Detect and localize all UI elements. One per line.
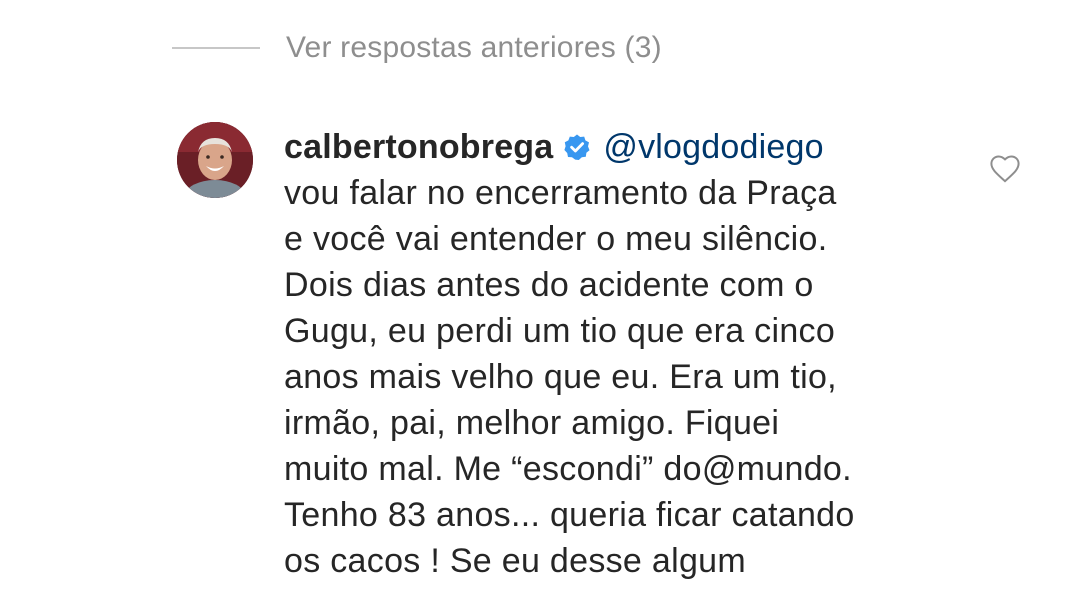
comment-text-line: os cacos ! Se eu desse algum [284,542,746,580]
view-previous-replies-label[interactable]: Ver respostas anteriores (3) [286,31,662,65]
comment-text-line: Tenho 83 anos... queria ficar catando [284,496,855,534]
comment-text-line: anos mais velho que eu. Era um tio, [284,358,837,396]
comment-header: calbertonobrega @vlogdodiego [284,124,964,170]
view-previous-replies[interactable]: Ver respostas anteriores (3) [172,26,662,70]
comment-text-line: Gugu, eu perdi um tio que era cinco [284,312,836,350]
avatar[interactable] [177,122,253,198]
comment-username[interactable]: calbertonobrega [284,128,553,167]
heart-outline-icon[interactable] [988,152,1022,186]
replies-divider-line [172,47,260,49]
comment-text-line: irmão, pai, melhor amigo. Fiquei [284,404,780,442]
comment-text-line: vou falar no encerramento da Praça [284,174,837,212]
avatar-photo [177,122,253,198]
comment: calbertonobrega @vlogdodiego vou falar n… [284,124,964,584]
comment-text: vou falar no encerramento da Praça e voc… [284,170,964,584]
comment-text-line: muito mal. Me “escondi” do@mundo. [284,450,852,488]
comment-mention-link[interactable]: @vlogdodiego [603,128,823,167]
comment-text-line: Dois dias antes do acidente com o [284,266,814,304]
comment-text-line: e você vai entender o meu silêncio. [284,220,828,258]
verified-badge-icon [563,133,591,161]
